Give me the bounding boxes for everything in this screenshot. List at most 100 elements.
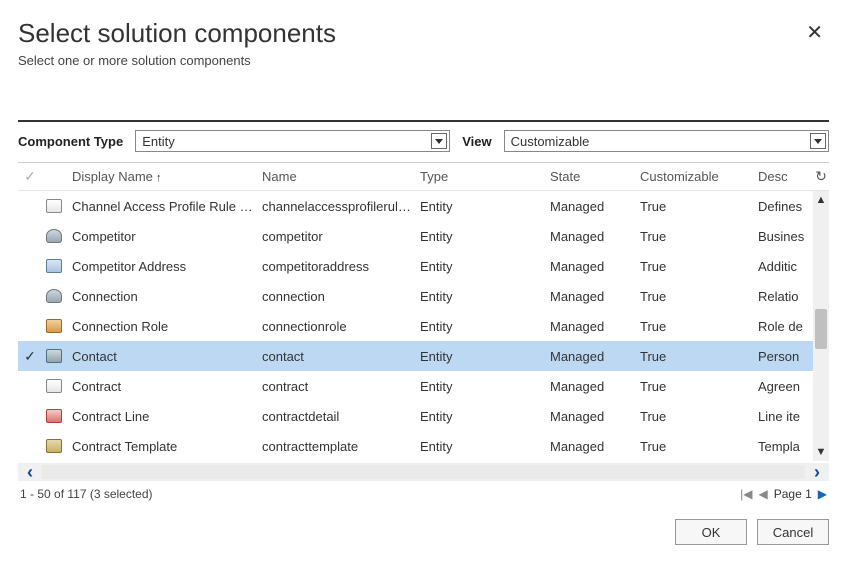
- cell-type: Entity: [414, 349, 544, 364]
- cell-type: Entity: [414, 379, 544, 394]
- table-row[interactable]: Contract TemplatecontracttemplateEntityM…: [18, 431, 829, 461]
- cell-type: Entity: [414, 319, 544, 334]
- table-row[interactable]: ContractcontractEntityManagedTrueAgreen: [18, 371, 829, 401]
- scroll-up-icon[interactable]: [813, 191, 829, 209]
- entity-type-icon: [42, 319, 66, 333]
- cell-state: Managed: [544, 289, 634, 304]
- hscroll-track[interactable]: [42, 465, 805, 479]
- column-state[interactable]: State: [544, 169, 634, 184]
- cell-description: Defines: [752, 199, 812, 214]
- cell-description: Line ite: [752, 409, 812, 424]
- cell-state: Managed: [544, 349, 634, 364]
- cell-description: Relatio: [752, 289, 812, 304]
- cell-name: competitor: [256, 229, 414, 244]
- cell-name: contact: [256, 349, 414, 364]
- pager-page-label: Page 1: [774, 487, 812, 501]
- close-icon[interactable]: ✕: [800, 18, 829, 47]
- dialog-buttons: OK Cancel: [18, 519, 829, 545]
- column-description[interactable]: Desc: [752, 169, 812, 184]
- chevron-down-icon: [810, 133, 826, 149]
- row-checkbox[interactable]: [18, 348, 42, 365]
- cell-customizable: True: [634, 349, 752, 364]
- cell-display-name: Connection Role: [66, 319, 256, 334]
- scrollbar-thumb[interactable]: [815, 309, 827, 349]
- select-all-checkbox[interactable]: [18, 168, 42, 185]
- ok-button[interactable]: OK: [675, 519, 747, 545]
- cell-description: Person: [752, 349, 812, 364]
- cancel-button[interactable]: Cancel: [757, 519, 829, 545]
- scroll-down-icon[interactable]: [813, 443, 829, 461]
- column-name[interactable]: Name: [256, 169, 414, 184]
- cell-state: Managed: [544, 379, 634, 394]
- scroll-left-icon[interactable]: ‹: [18, 462, 42, 483]
- header-divider: [18, 120, 829, 122]
- table-row[interactable]: Channel Access Profile Rule Itemchannela…: [18, 191, 829, 221]
- cell-description: Templa: [752, 439, 812, 454]
- entity-type-icon: [42, 259, 66, 273]
- cell-name: connection: [256, 289, 414, 304]
- cell-customizable: True: [634, 319, 752, 334]
- pager-prev-icon[interactable]: ◀: [758, 487, 767, 501]
- dialog-title: Select solution components: [18, 18, 336, 49]
- dialog-subtitle: Select one or more solution components: [18, 53, 336, 68]
- table-row[interactable]: ConnectionconnectionEntityManagedTrueRel…: [18, 281, 829, 311]
- grid-header-row: Display Name Name Type State Customizabl…: [18, 163, 829, 191]
- cell-name: contracttemplate: [256, 439, 414, 454]
- table-row[interactable]: Connection RoleconnectionroleEntityManag…: [18, 311, 829, 341]
- cell-display-name: Connection: [66, 289, 256, 304]
- pager-first-icon[interactable]: |◀: [740, 487, 752, 501]
- table-row[interactable]: Contract LinecontractdetailEntityManaged…: [18, 401, 829, 431]
- cell-state: Managed: [544, 319, 634, 334]
- view-label: View: [462, 134, 491, 149]
- cell-name: channelaccessprofileruleite...: [256, 199, 414, 214]
- cell-type: Entity: [414, 229, 544, 244]
- view-dropdown[interactable]: Customizable: [504, 130, 829, 152]
- horizontal-scrollbar[interactable]: ‹ ›: [18, 463, 829, 481]
- chevron-down-icon: [431, 133, 447, 149]
- record-range-text: 1 - 50 of 117 (3 selected): [20, 487, 153, 501]
- cell-state: Managed: [544, 199, 634, 214]
- cell-type: Entity: [414, 409, 544, 424]
- cell-type: Entity: [414, 439, 544, 454]
- cell-display-name: Contract: [66, 379, 256, 394]
- cell-name: competitoraddress: [256, 259, 414, 274]
- entity-type-icon: [42, 229, 66, 243]
- cell-customizable: True: [634, 259, 752, 274]
- pager-next-icon[interactable]: ▶: [818, 487, 827, 501]
- component-type-value: Entity: [142, 134, 175, 149]
- cell-display-name: Competitor Address: [66, 259, 256, 274]
- cell-customizable: True: [634, 409, 752, 424]
- entity-type-icon: [42, 409, 66, 423]
- status-bar: 1 - 50 of 117 (3 selected) |◀ ◀ Page 1 ▶: [18, 481, 829, 501]
- column-type[interactable]: Type: [414, 169, 544, 184]
- table-row[interactable]: Competitor AddresscompetitoraddressEntit…: [18, 251, 829, 281]
- cell-customizable: True: [634, 379, 752, 394]
- cell-type: Entity: [414, 289, 544, 304]
- vertical-scrollbar[interactable]: [813, 191, 829, 461]
- cell-type: Entity: [414, 199, 544, 214]
- cell-state: Managed: [544, 259, 634, 274]
- cell-customizable: True: [634, 289, 752, 304]
- component-type-dropdown[interactable]: Entity: [135, 130, 450, 152]
- cell-display-name: Contact: [66, 349, 256, 364]
- refresh-icon[interactable]: [812, 168, 830, 185]
- cell-state: Managed: [544, 229, 634, 244]
- cell-customizable: True: [634, 199, 752, 214]
- entity-type-icon: [42, 439, 66, 453]
- column-display-name[interactable]: Display Name: [66, 169, 256, 184]
- cell-name: contract: [256, 379, 414, 394]
- table-row[interactable]: CompetitorcompetitorEntityManagedTrueBus…: [18, 221, 829, 251]
- table-row[interactable]: ContactcontactEntityManagedTruePerson: [18, 341, 829, 371]
- cell-description: Additic: [752, 259, 812, 274]
- column-customizable[interactable]: Customizable: [634, 169, 752, 184]
- cell-description: Busines: [752, 229, 812, 244]
- cell-display-name: Competitor: [66, 229, 256, 244]
- cell-display-name: Channel Access Profile Rule Item: [66, 199, 256, 214]
- scroll-right-icon[interactable]: ›: [805, 462, 829, 483]
- cell-state: Managed: [544, 409, 634, 424]
- view-value: Customizable: [511, 134, 590, 149]
- entity-type-icon: [42, 349, 66, 363]
- component-type-label: Component Type: [18, 134, 123, 149]
- entity-type-icon: [42, 289, 66, 303]
- cell-display-name: Contract Template: [66, 439, 256, 454]
